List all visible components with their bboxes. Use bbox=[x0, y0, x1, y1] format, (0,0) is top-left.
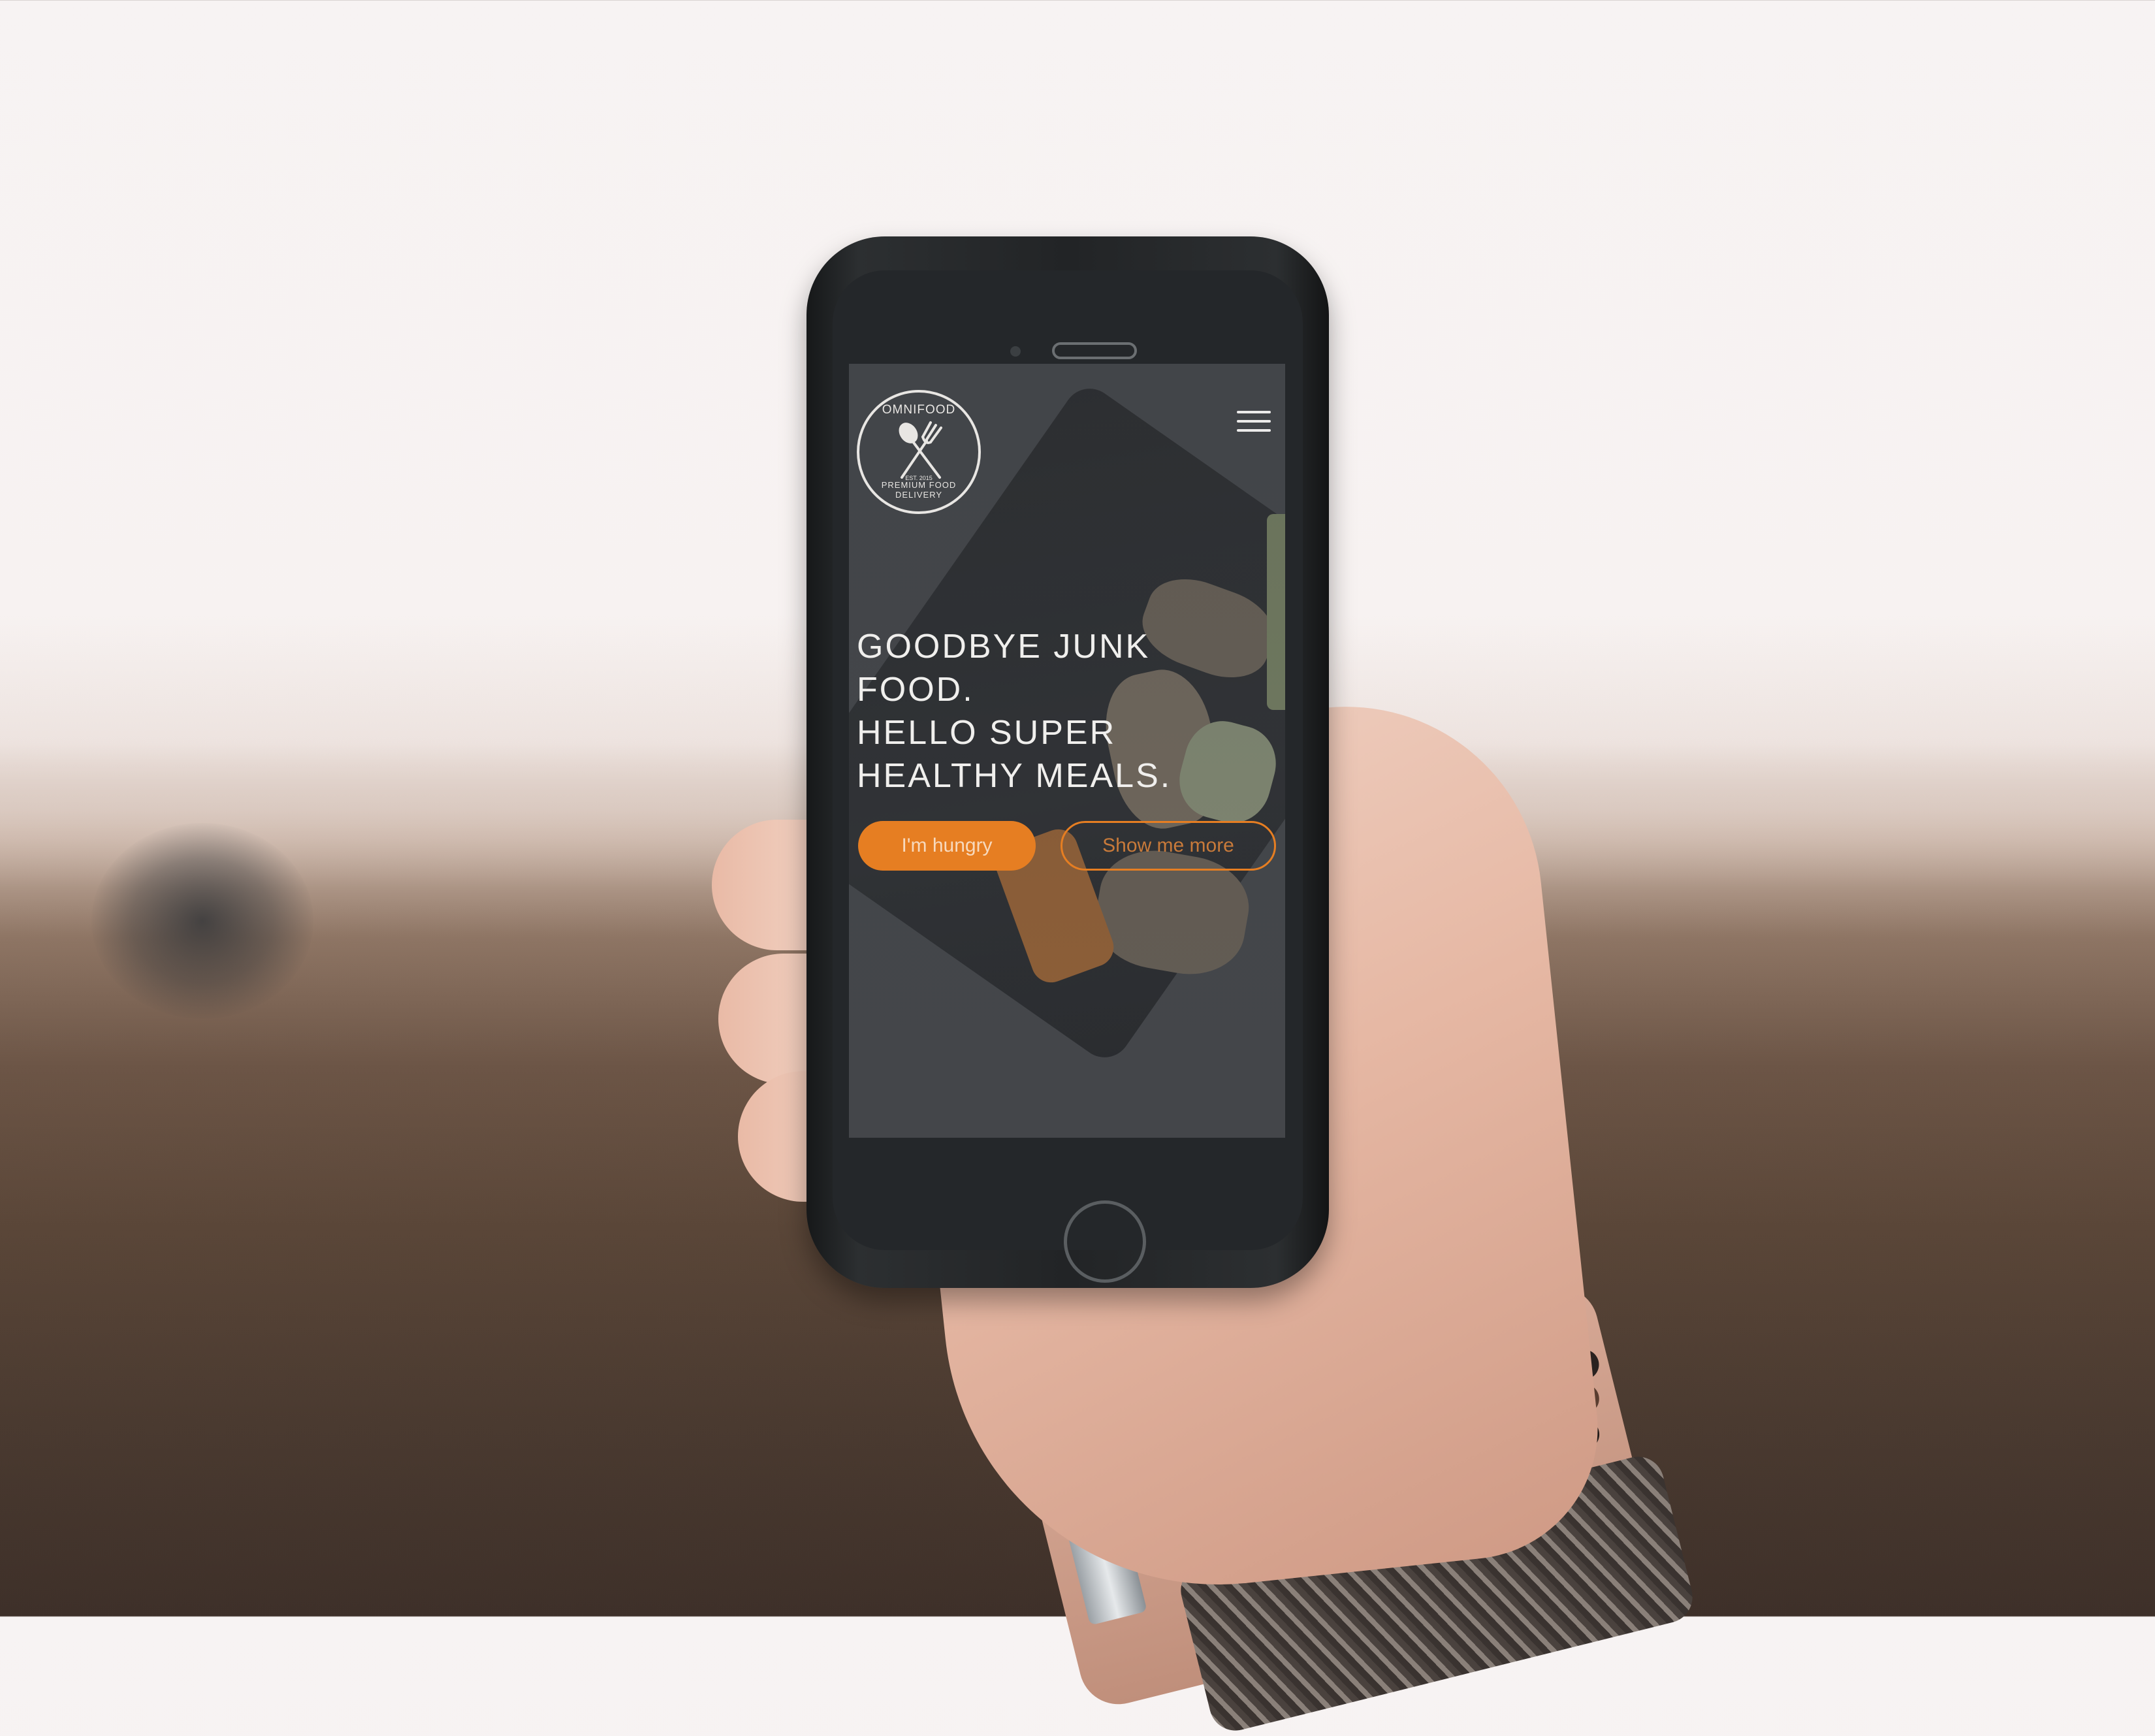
menu-icon-bar bbox=[1237, 411, 1271, 413]
show-me-more-button[interactable]: Show me more bbox=[1061, 821, 1276, 871]
hero-headline: GOODBYE JUNK FOOD. HELLO SUPER HEALTHY M… bbox=[857, 625, 1249, 797]
phone-screen: OMNIFOOD EST. 2015 PREMIUM FOOD DELIVERY bbox=[849, 364, 1285, 1138]
headline-line: GOODBYE JUNK bbox=[857, 628, 1151, 666]
earpiece-speaker bbox=[1052, 342, 1137, 359]
spoon-fork-icon bbox=[899, 421, 942, 479]
headline-line: FOOD. bbox=[857, 671, 974, 709]
headline-line: HEALTHY MEALS. bbox=[857, 757, 1172, 795]
logo-tagline: PREMIUM FOOD DELIVERY bbox=[881, 480, 957, 500]
smartphone: OMNIFOOD EST. 2015 PREMIUM FOOD DELIVERY bbox=[806, 236, 1329, 1288]
front-camera bbox=[1010, 346, 1021, 357]
home-button[interactable] bbox=[1064, 1200, 1146, 1283]
hamburger-menu-icon[interactable] bbox=[1237, 411, 1271, 434]
blurred-tree bbox=[91, 823, 313, 1019]
im-hungry-button[interactable]: I'm hungry bbox=[858, 821, 1036, 871]
menu-icon-bar bbox=[1237, 429, 1271, 432]
menu-icon-bar bbox=[1237, 420, 1271, 423]
headline-line: HELLO SUPER bbox=[857, 714, 1117, 752]
omnifood-logo[interactable]: OMNIFOOD EST. 2015 PREMIUM FOOD DELIVERY bbox=[857, 390, 981, 514]
logo-name: OMNIFOOD bbox=[882, 403, 956, 417]
